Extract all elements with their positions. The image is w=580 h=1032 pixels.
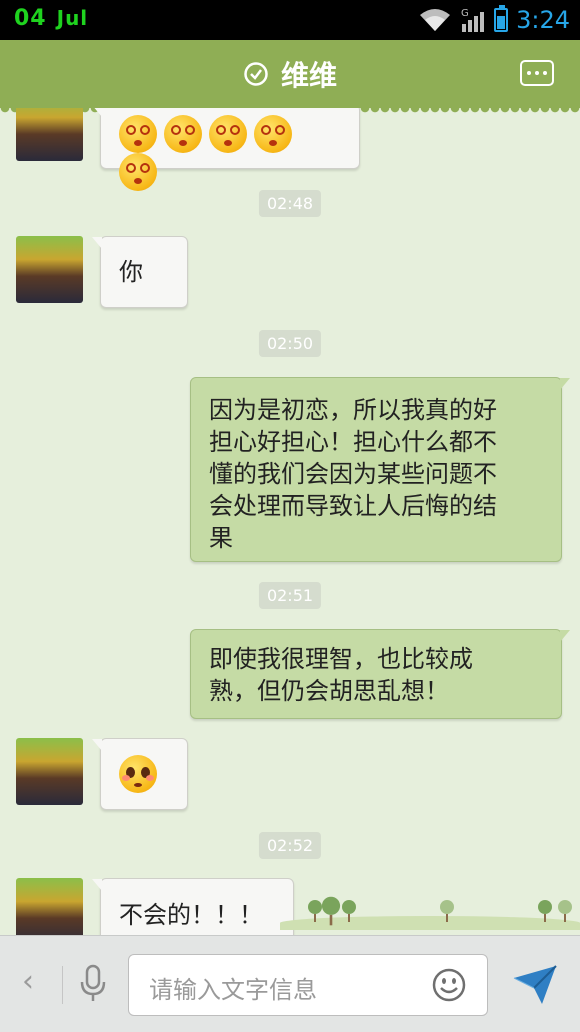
status-day: 04 [14,6,47,31]
message-bubble-left[interactable]: 你 [92,236,188,308]
input-bar: ‹ 请输入文字信息 [0,935,580,1032]
chat-title-area: 维维 [0,54,580,94]
title-bar: 维维 [0,40,580,114]
tree-icon [440,900,454,922]
message-bubble-right[interactable]: 即使我很理智，也比较成 熟，但仍会胡思乱想！ [190,629,570,719]
chat-area[interactable]: 02:48 你 02:50 因为是初恋，所以我真的好 担心好担心！担心什么都不 … [0,108,580,935]
status-bar: 04 Jul G 3:24 [0,0,580,40]
message-line: 懂的我们会因为某些问题不 [209,460,497,488]
message-line: 熟，但仍会胡思乱想！ [209,677,449,705]
wifi-icon [420,9,451,31]
timestamp: 02:48 [258,190,322,217]
tree-icon [342,900,356,922]
send-icon[interactable] [512,964,558,1006]
signal-icon: G [461,8,485,32]
dizzy-face-icon [209,115,247,153]
check-circle-icon [244,62,268,86]
timestamp: 02:51 [258,582,322,609]
message-line: 因为是初恋，所以我真的好 [209,396,497,424]
message-line: 担心好担心！担心什么都不 [209,428,497,456]
tree-icon [538,900,552,922]
status-indicators: G 3:24 [418,4,570,36]
microphone-icon[interactable] [78,964,108,1004]
dizzy-face-icon [254,115,292,153]
contact-avatar[interactable] [16,738,83,805]
tree-icon [558,900,572,922]
dizzy-face-icon [164,115,202,153]
contact-avatar[interactable] [16,236,83,303]
tree-icon [321,896,341,926]
message-line: 果 [209,524,233,552]
battery-icon [494,5,509,32]
dizzy-face-icon [119,153,157,191]
message-bubble-left[interactable] [92,738,188,810]
network-type: G [461,8,469,19]
dizzy-face-icon [119,115,157,153]
dot-icon [527,71,531,75]
more-menu-button[interactable] [520,60,554,86]
divider [62,966,63,1004]
status-date: 04 Jul [14,6,88,31]
message-line: 即使我很理智，也比较成 [209,645,473,673]
scenery-decoration [0,890,580,930]
pleading-face-icon [119,755,157,793]
collapse-arrow-icon[interactable]: ‹ [22,964,34,999]
emoji-smiley-icon[interactable] [432,968,466,1002]
dot-icon [543,71,547,75]
message-bubble-left[interactable] [92,108,360,191]
timestamp: 02:52 [258,832,322,859]
status-month: Jul [56,6,89,30]
contact-avatar[interactable] [16,108,83,161]
chat-title: 维维 [280,59,337,92]
timestamp: 02:50 [258,330,322,357]
message-line: 会处理而导致让人后悔的结 [209,492,497,520]
tree-icon [308,900,322,922]
dot-icon [535,71,539,75]
status-time: 3:24 [516,6,570,34]
message-bubble-right[interactable]: 因为是初恋，所以我真的好 担心好担心！担心什么都不 懂的我们会因为某些问题不 会… [190,377,570,562]
